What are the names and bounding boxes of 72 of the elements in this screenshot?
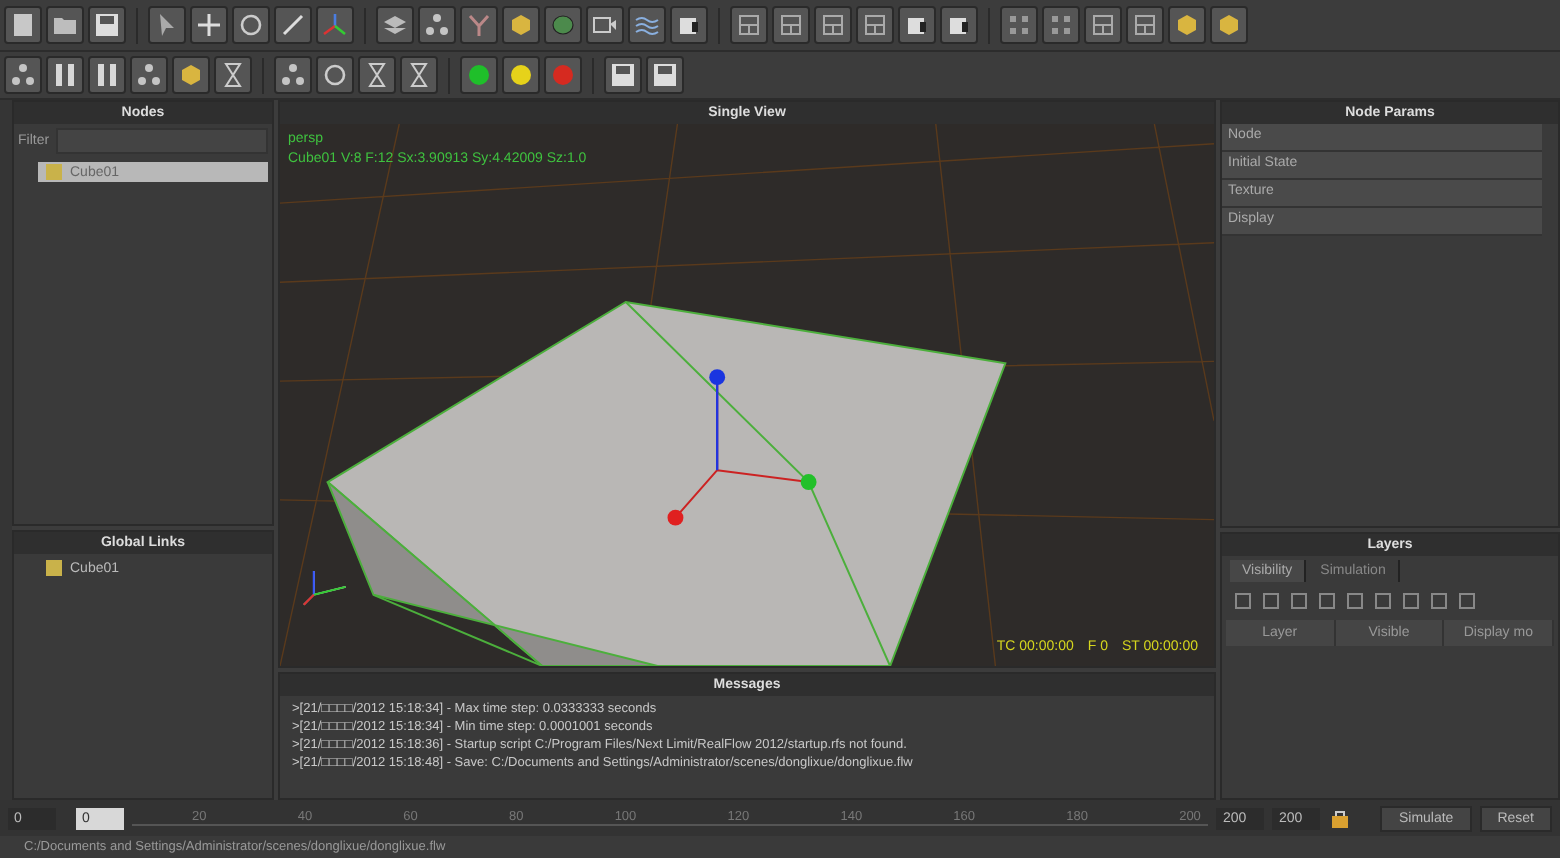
toolbar-button[interactable]: [730, 6, 768, 44]
toolbar-button[interactable]: [1126, 6, 1164, 44]
toolbar-button[interactable]: [130, 56, 168, 94]
toolbar-button[interactable]: [316, 56, 354, 94]
toolbar-button[interactable]: [172, 56, 210, 94]
toolbar-button[interactable]: [1000, 6, 1038, 44]
toolbar-button[interactable]: [88, 56, 126, 94]
grid-icon: [1006, 12, 1032, 38]
toolbar-button[interactable]: [214, 56, 252, 94]
cube-icon: [1174, 12, 1200, 38]
toolbar-button[interactable]: [190, 6, 228, 44]
toolbar-button[interactable]: [358, 56, 396, 94]
toolbar-button[interactable]: [274, 56, 312, 94]
cube-icon: [178, 62, 204, 88]
save-icon: [610, 62, 636, 88]
toolbar-button[interactable]: [670, 6, 708, 44]
bars-icon: [94, 62, 120, 88]
toolbar-button[interactable]: [400, 56, 438, 94]
grid-icon: [1048, 12, 1074, 38]
waves-icon: [634, 12, 660, 38]
toolbar-button[interactable]: [418, 6, 456, 44]
rotate-icon: [238, 12, 264, 38]
toolbar-button[interactable]: [604, 56, 642, 94]
cursor-icon: [154, 12, 180, 38]
circle-icon: [466, 62, 492, 88]
layers-icon: [382, 12, 408, 38]
toolbar-button[interactable]: [46, 6, 84, 44]
camera-icon: [592, 12, 618, 38]
toolbar-button[interactable]: [814, 6, 852, 44]
nodes-icon: [10, 62, 36, 88]
toolbar-button[interactable]: [274, 6, 312, 44]
toolbar-button[interactable]: [1168, 6, 1206, 44]
toolbar-button[interactable]: [460, 56, 498, 94]
bars-icon: [52, 62, 78, 88]
toolbar-button[interactable]: [1084, 6, 1122, 44]
circle-icon: [550, 62, 576, 88]
save-icon: [652, 62, 678, 88]
toolbar-button[interactable]: [232, 6, 270, 44]
toolbar-button[interactable]: [586, 6, 624, 44]
toolbar-button[interactable]: [856, 6, 894, 44]
nodes-icon: [280, 62, 306, 88]
cube-icon: [508, 12, 534, 38]
toolbar-button[interactable]: [646, 56, 684, 94]
nodes-icon: [136, 62, 162, 88]
toolbar-button[interactable]: [460, 6, 498, 44]
cube-icon: [1216, 12, 1242, 38]
toolbar-button[interactable]: [502, 56, 540, 94]
circle-icon: [508, 62, 534, 88]
toolbar-button[interactable]: [628, 6, 666, 44]
toolbar-button[interactable]: [148, 6, 186, 44]
toolbar-button[interactable]: [1042, 6, 1080, 44]
toolbar-button[interactable]: [4, 56, 42, 94]
toolbar-button[interactable]: [4, 6, 42, 44]
file-icon: [10, 12, 36, 38]
toolbar-button[interactable]: [88, 6, 126, 44]
save-icon: [94, 12, 120, 38]
lock-icon[interactable]: [1328, 806, 1353, 830]
move-icon: [196, 12, 222, 38]
toolbar-button[interactable]: [898, 6, 936, 44]
rotate-icon: [322, 62, 348, 88]
toolbar-button[interactable]: [376, 6, 414, 44]
toolbar-button[interactable]: [940, 6, 978, 44]
cube-icon: [46, 560, 62, 576]
toolbar-button[interactable]: [502, 6, 540, 44]
toolbar-button[interactable]: [772, 6, 810, 44]
circle-icon: [550, 12, 576, 38]
axes-icon: [322, 12, 348, 38]
cube-icon: [46, 164, 62, 180]
nodes-icon: [424, 12, 450, 38]
toolbar-button[interactable]: [46, 56, 84, 94]
folder-icon: [52, 12, 78, 38]
toolbar-button[interactable]: [1210, 6, 1248, 44]
